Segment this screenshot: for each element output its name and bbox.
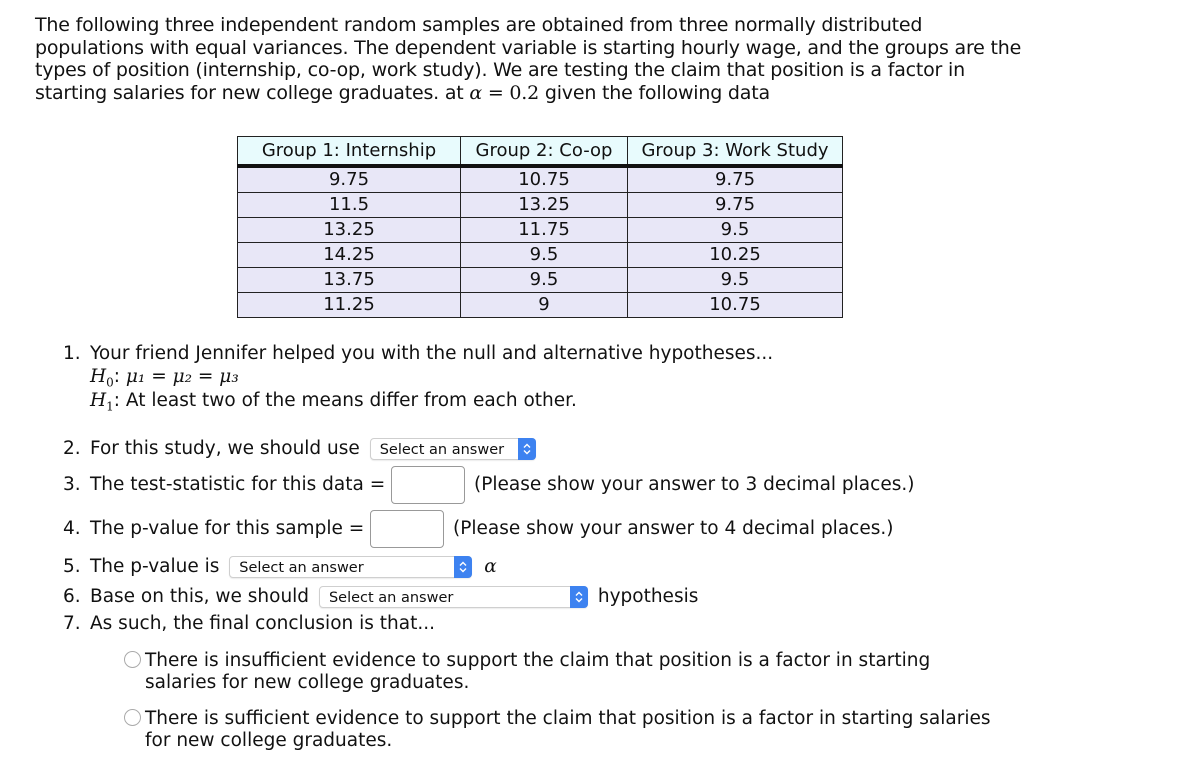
table-cell: 9.75	[627, 192, 843, 218]
alpha-symbol: α	[484, 556, 497, 577]
question-text: For this study, we should use	[90, 438, 360, 459]
select-value: Select an answer	[239, 560, 364, 576]
table-cell: 9.5	[627, 217, 843, 243]
h0-expression: μ₁ = μ₂ = μ₃	[125, 366, 239, 387]
question-text: The test-statistic for this data =	[90, 474, 386, 495]
p-value-input[interactable]	[370, 510, 445, 548]
option-text: There is sufficient evidence to support …	[145, 708, 991, 751]
question-6: 6. Base on this, we should Select an answ…	[63, 586, 698, 608]
table-cell: 13.25	[237, 217, 461, 243]
table-cell: 9.5	[460, 267, 628, 293]
h1-label: H	[90, 390, 107, 411]
decimal-note: (Please show your answer to 3 decimal pl…	[474, 474, 915, 495]
data-table: Group 1: Internship Group 2: Co-op Group…	[237, 136, 843, 318]
radio-button[interactable]	[124, 651, 141, 668]
table-cell: 13.25	[460, 192, 628, 218]
question-text: Your friend Jennifer helped you with the…	[90, 343, 774, 364]
h0-subscript: 0	[106, 375, 114, 390]
table-cell: 10.25	[627, 242, 843, 268]
h0-label: H	[90, 366, 107, 387]
table-cell: 9.75	[237, 165, 461, 193]
table-cell: 10.75	[460, 165, 628, 193]
table-row: 9.75 10.75 9.75	[237, 165, 843, 193]
h1-text: At least two of the means differ from ea…	[125, 390, 577, 411]
question-number: 3.	[63, 474, 81, 495]
question-text: The p-value for this sample =	[90, 518, 365, 539]
table-cell: 14.25	[237, 242, 461, 268]
table-cell: 9.5	[460, 242, 628, 268]
table-cell: 11.75	[460, 217, 628, 243]
question-number: 5.	[63, 556, 81, 577]
table-cell: 10.75	[627, 292, 843, 318]
select-value: Select an answer	[328, 590, 454, 606]
question-5: 5. The p-value is Select an answer α	[63, 556, 497, 578]
alternative-hypothesis: H1: At least two of the means differ fro…	[90, 390, 577, 414]
conclusion-option-insufficient[interactable]: There is insufficient evidence to suppor…	[124, 650, 1004, 694]
question-2: 2. For this study, we should use Select a…	[63, 438, 536, 460]
column-header: Group 2: Co-op	[460, 136, 628, 168]
table-cell: 13.75	[237, 267, 461, 293]
question-number: 4.	[63, 518, 81, 539]
null-hypothesis: H0: μ₁ = μ₂ = μ₃	[90, 366, 239, 390]
test-type-select[interactable]: Select an answer	[369, 438, 536, 460]
question-text: Base on this, we should	[90, 586, 310, 607]
table-header-row: Group 1: Internship Group 2: Co-op Group…	[237, 136, 843, 168]
table-row: 11.5 13.25 9.75	[237, 192, 843, 218]
alpha-symbol: α	[469, 81, 482, 104]
table-row: 13.25 11.75 9.5	[237, 217, 843, 243]
question-1: 1. Your friend Jennifer helped you with t…	[63, 343, 773, 364]
question-3: 3. The test-statistic for this data = (Pl…	[63, 466, 914, 504]
question-text: The p-value is	[90, 556, 220, 577]
equals-sign: =	[482, 81, 510, 104]
h1-subscript: 1	[106, 399, 114, 414]
hypothesis-label: hypothesis	[597, 586, 699, 607]
select-chevron-icon[interactable]	[517, 438, 536, 460]
intro-text-end: given the following data	[539, 81, 770, 104]
table-row: 11.25 9 10.75	[237, 292, 843, 318]
alpha-value: 0.2	[509, 81, 540, 104]
question-text: As such, the final conclusion is that...	[90, 613, 435, 634]
table-row: 14.25 9.5 10.25	[237, 242, 843, 268]
table-cell: 9.5	[627, 267, 843, 293]
table-row: 13.75 9.5 9.5	[237, 267, 843, 293]
question-number: 2.	[63, 438, 81, 459]
option-text: There is insufficient evidence to suppor…	[145, 650, 931, 693]
test-statistic-input[interactable]	[391, 466, 466, 504]
question-7: 7. As such, the final conclusion is that.…	[63, 613, 435, 634]
select-chevron-icon[interactable]	[454, 556, 473, 578]
select-chevron-icon[interactable]	[569, 586, 588, 608]
table-cell: 11.25	[237, 292, 461, 318]
question-4: 4. The p-value for this sample = (Please …	[63, 510, 893, 548]
decision-select[interactable]: Select an answer	[318, 586, 588, 608]
question-number: 7.	[63, 613, 81, 634]
column-header: Group 3: Work Study	[627, 136, 843, 168]
table-cell: 11.5	[237, 192, 461, 218]
column-header: Group 1: Internship	[237, 136, 461, 168]
table-cell: 9.75	[627, 165, 843, 193]
question-number: 1.	[63, 343, 81, 364]
decimal-note: (Please show your answer to 4 decimal pl…	[453, 518, 894, 539]
radio-button[interactable]	[124, 709, 141, 726]
select-value: Select an answer	[379, 442, 505, 458]
question-number: 6.	[63, 586, 81, 607]
conclusion-option-sufficient[interactable]: There is sufficient evidence to support …	[124, 708, 1004, 752]
problem-statement: The following three independent random s…	[35, 14, 1035, 104]
p-value-comparison-select[interactable]: Select an answer	[229, 556, 473, 578]
table-cell: 9	[460, 292, 628, 318]
